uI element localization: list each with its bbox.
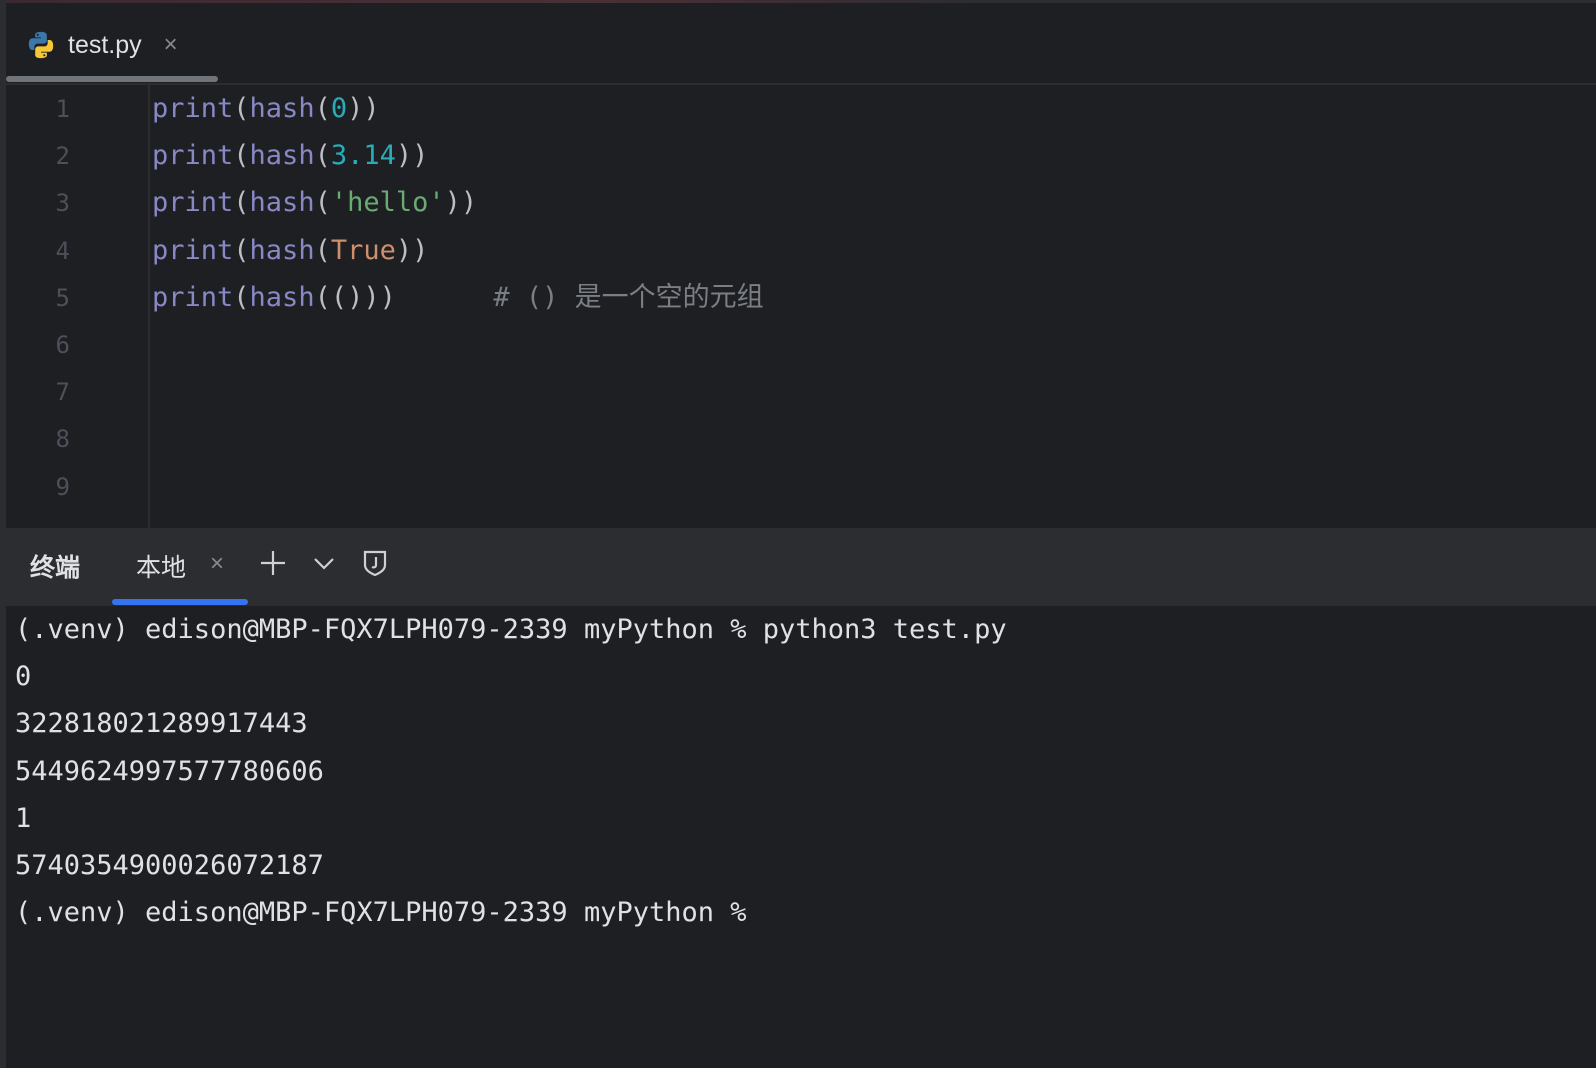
code-token: hash [249,140,315,172]
terminal-output[interactable]: (.venv) edison@MBP-FQX7LPH079-2339 myPyt… [6,606,1596,1068]
gutter-divider [148,85,150,528]
code-token: print [152,93,234,124]
terminal-line: (.venv) edison@MBP-FQX7LPH079-2339 myPyt… [15,897,747,929]
code-token: )) [395,140,429,172]
code-token: ( [233,140,250,172]
code-token: hash [249,93,315,124]
code-token: hash [249,187,315,219]
chevron-down-icon[interactable] [307,546,341,580]
code-line[interactable]: print(hash(())) # () 是一个空的元组 [152,274,764,322]
code-token: print [152,140,234,172]
code-token: (())) [314,281,396,313]
code-token: ( [233,187,250,219]
code-token: hash [249,281,315,313]
code-token: ( [233,281,250,313]
code-token: )) [347,93,380,124]
terminal-line: 1 [15,802,32,834]
code-editor[interactable]: 123456789 print(hash(0)) print(hash(3.14)… [6,85,1596,528]
code-token: ( [233,234,250,266]
terminal-line: (.venv) edison@MBP-FQX7LPH079-2339 myPyt… [15,614,1007,645]
code-line[interactable]: print(hash(0)) [152,85,380,133]
editor-tab-bar: test.py × [6,3,1596,85]
terminal-line: 5449624997577780606 [15,755,324,787]
code-token: print [152,187,234,219]
shield-icon[interactable] [358,546,392,580]
code-token: hash [249,234,315,266]
new-terminal-plus-icon[interactable] [256,546,290,580]
terminal-line: 5740354900026072187 [15,850,324,881]
code-token: ( [314,234,331,266]
line-number: 8 [55,425,70,454]
terminal-title: 终端 [30,554,81,582]
terminal-active-tab-indicator [112,599,248,605]
line-number: 3 [55,189,70,218]
code-token: 3.14 [330,140,396,172]
line-number: 2 [55,142,70,171]
line-number: 4 [55,236,70,265]
code-token: print [152,281,234,313]
code-token: True [330,234,396,266]
terminal-tab-local[interactable]: 本地 [136,548,186,584]
code-token: 0 [330,93,348,124]
tab-close-icon[interactable]: × [164,31,178,59]
code-line[interactable]: print(hash(3.14)) [152,132,428,180]
line-number-gutter: 1 2 3 4 5 6 7 8 9 [6,85,148,528]
terminal-tab-close-icon[interactable]: × [210,550,224,578]
tab-test-py[interactable]: test.py × [26,25,178,65]
code-token: # () 是一个空的元组 [395,281,764,313]
terminal-line: 322818021289917443 [15,708,308,740]
code-token: ( [314,140,331,172]
code-line[interactable]: print(hash('hello')) [152,179,477,227]
code-token: 'hello' [330,187,445,219]
code-token: )) [395,234,429,266]
code-token: )) [444,187,478,219]
python-file-icon [28,31,54,59]
line-number: 6 [55,331,70,359]
code-token: ( [233,93,250,124]
tab-filename: test.py [68,30,142,59]
line-number: 7 [55,378,70,407]
line-number: 5 [55,283,70,312]
line-number: 9 [55,472,70,501]
active-tab-indicator [6,76,218,82]
code-token: ( [314,187,331,219]
code-token: ( [314,93,331,124]
terminal-header: 终端 本地 × [6,528,1596,606]
code-line[interactable]: print(hash(True)) [152,227,428,275]
code-token: print [152,234,234,266]
line-number: 1 [55,95,70,123]
terminal-line: 0 [15,661,32,693]
